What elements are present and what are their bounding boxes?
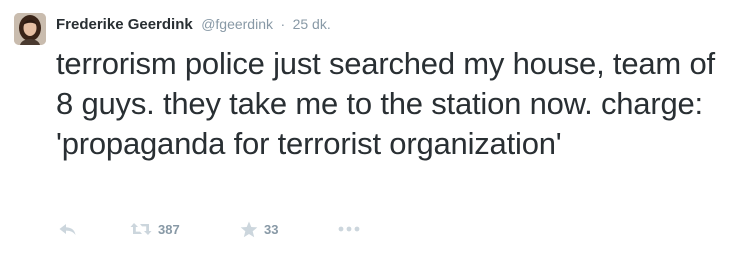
more-button[interactable] <box>338 214 360 244</box>
reply-icon <box>59 224 76 235</box>
retweet-icon <box>130 223 152 235</box>
more-icon <box>338 226 360 232</box>
star-icon <box>240 221 258 237</box>
favorite-button[interactable]: 33 <box>240 214 278 244</box>
reply-button[interactable] <box>58 214 78 244</box>
header-separator: · <box>280 16 286 32</box>
tweet-text: terrorism police just searched my house,… <box>56 46 715 161</box>
tweet-card: Frederike Geerdink @fgeerdink · 25 dk. t… <box>0 0 740 259</box>
tweet-timestamp[interactable]: 25 dk. <box>293 16 331 32</box>
retweet-button[interactable]: 387 <box>130 214 180 244</box>
retweet-count: 387 <box>158 221 180 237</box>
author-name[interactable]: Frederike Geerdink <box>56 16 193 33</box>
favorite-count: 33 <box>264 221 279 237</box>
avatar-image <box>14 13 46 45</box>
author-handle[interactable]: @fgeerdink <box>201 16 273 32</box>
tweet-header: Frederike Geerdink @fgeerdink · 25 dk. <box>56 15 331 34</box>
avatar[interactable] <box>14 13 46 45</box>
